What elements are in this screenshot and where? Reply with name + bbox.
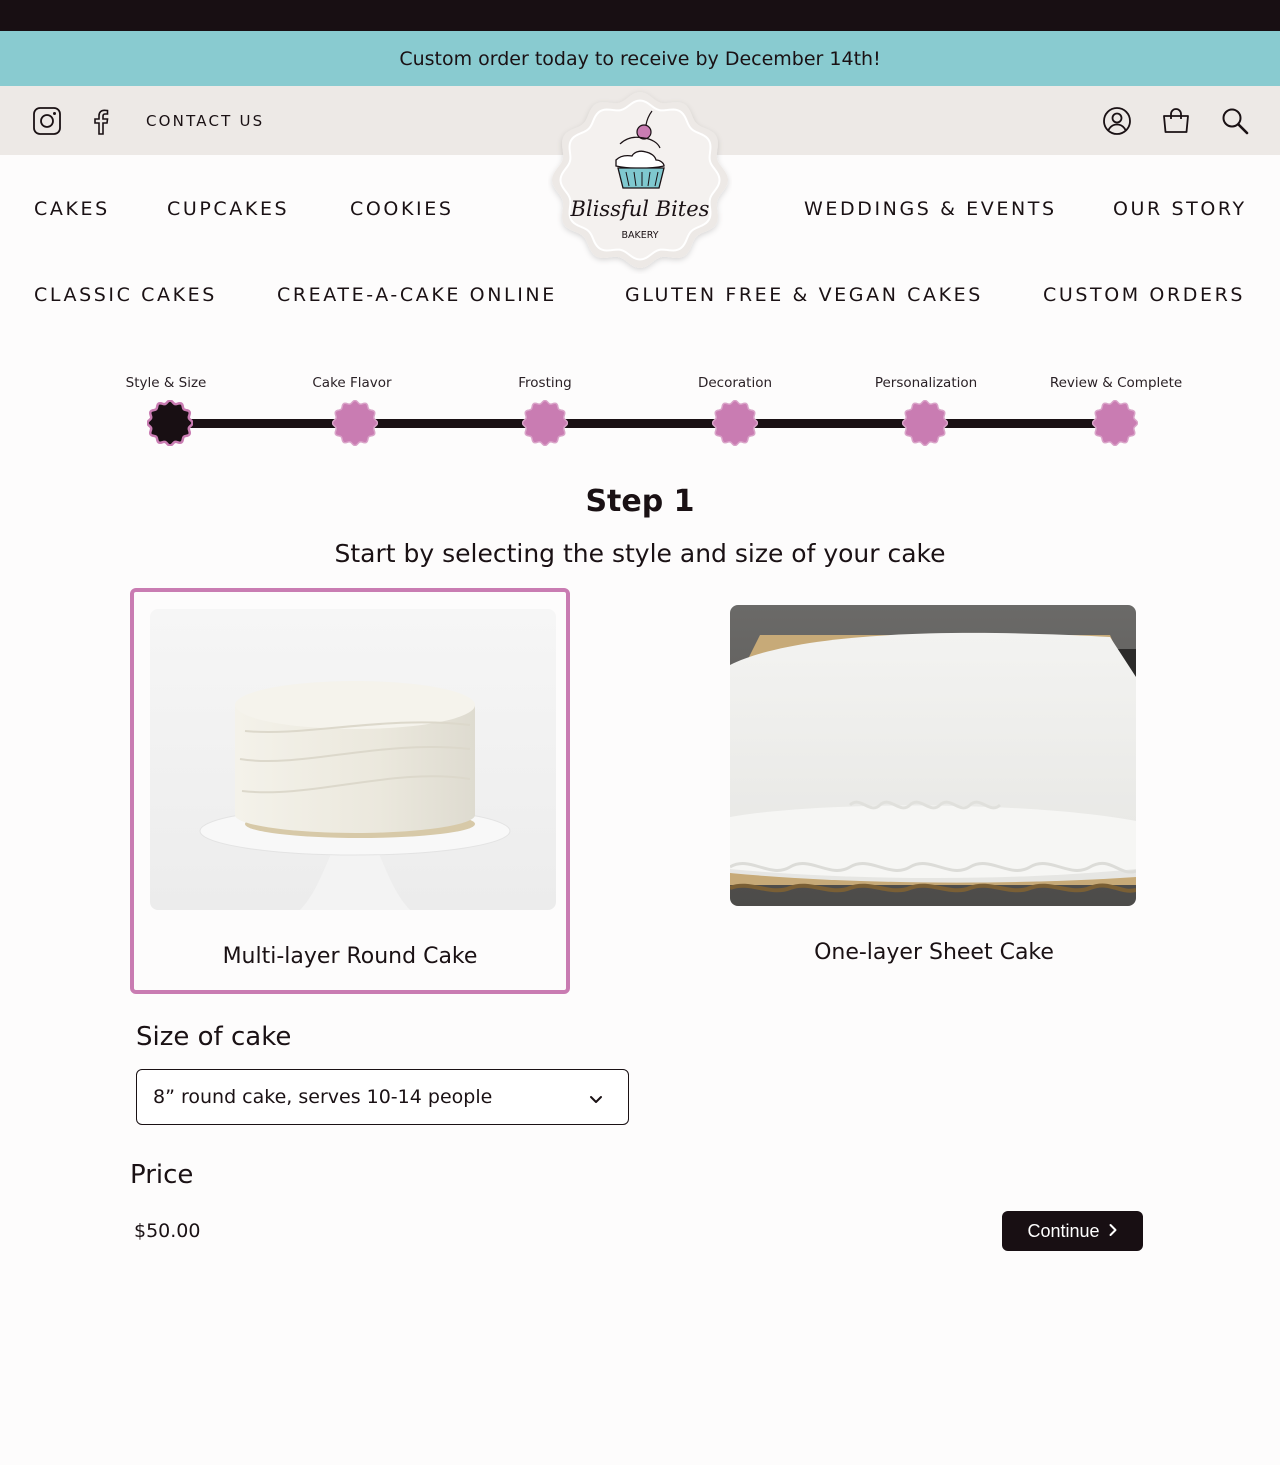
- step-marker[interactable]: [521, 399, 569, 447]
- nav-gluten-free-vegan-cakes[interactable]: GLUTEN FREE & VEGAN CAKES: [625, 284, 983, 306]
- nav-custom-orders[interactable]: CUSTOM ORDERS: [1043, 284, 1245, 306]
- logo-subtitle: BAKERY: [621, 230, 658, 241]
- logo-script: Blissful Bites: [570, 197, 710, 221]
- instagram-icon[interactable]: [32, 106, 62, 136]
- promo-banner: Custom order today to receive by Decembe…: [0, 31, 1280, 86]
- step-marker[interactable]: [1091, 399, 1139, 447]
- size-label: Size of cake: [136, 1022, 292, 1052]
- search-icon[interactable]: [1220, 106, 1250, 136]
- option-sheet-cake-card[interactable]: One-layer Sheet Cake: [714, 588, 1154, 994]
- nav-create-a-cake-online[interactable]: CREATE-A-CAKE ONLINE: [277, 284, 557, 306]
- step-label: Personalization: [874, 375, 978, 391]
- cake-size-value: 8” round cake, serves 10-14 people: [153, 1086, 493, 1108]
- sheet-cake-image: [730, 605, 1136, 906]
- price-label: Price: [130, 1160, 194, 1190]
- price-value: $50.00: [134, 1220, 201, 1242]
- step-marker-current[interactable]: [146, 399, 194, 447]
- top-bar: [0, 0, 1280, 31]
- step-heading: Step 1: [585, 484, 695, 519]
- option-round-cake-card[interactable]: Multi-layer Round Cake: [130, 588, 570, 994]
- step-marker[interactable]: [331, 399, 379, 447]
- nav-cookies[interactable]: COOKIES: [350, 198, 454, 220]
- continue-label: Continue: [1027, 1220, 1100, 1241]
- step-label: Decoration: [697, 375, 773, 391]
- step-marker[interactable]: [901, 399, 949, 447]
- contact-us-link[interactable]: CONTACT US: [146, 112, 264, 130]
- nav-classic-cakes[interactable]: CLASSIC CAKES: [34, 284, 217, 306]
- step-label: Frosting: [518, 375, 572, 391]
- chevron-right-icon: [1108, 1221, 1118, 1242]
- cake-size-select[interactable]: 8” round cake, serves 10-14 people: [136, 1069, 629, 1125]
- chevron-down-icon: [588, 1090, 604, 1106]
- step-subtitle: Start by selecting the style and size of…: [334, 539, 946, 568]
- nav-our-story[interactable]: OUR STORY: [1113, 198, 1247, 220]
- cart-icon[interactable]: [1161, 106, 1191, 136]
- nav-cupcakes[interactable]: CUPCAKES: [167, 198, 289, 220]
- progress-track: [170, 419, 1116, 428]
- option-round-cake-title: Multi-layer Round Cake: [222, 944, 478, 969]
- account-icon[interactable]: [1102, 106, 1132, 136]
- nav-cakes[interactable]: CAKES: [34, 198, 110, 220]
- step-marker[interactable]: [711, 399, 759, 447]
- promo-text: Custom order today to receive by Decembe…: [399, 47, 881, 70]
- facebook-icon[interactable]: [86, 106, 116, 136]
- nav-weddings-events[interactable]: WEDDINGS & EVENTS: [804, 198, 1057, 220]
- step-label: Cake Flavor: [312, 375, 392, 391]
- step-label: Style & Size: [125, 375, 207, 391]
- step-label: Review & Complete: [1049, 375, 1183, 391]
- bakery-logo[interactable]: Blissful Bites BAKERY: [548, 88, 732, 274]
- round-cake-image: [150, 609, 556, 910]
- continue-button[interactable]: Continue: [1002, 1211, 1143, 1251]
- option-sheet-cake-title: One-layer Sheet Cake: [814, 940, 1054, 965]
